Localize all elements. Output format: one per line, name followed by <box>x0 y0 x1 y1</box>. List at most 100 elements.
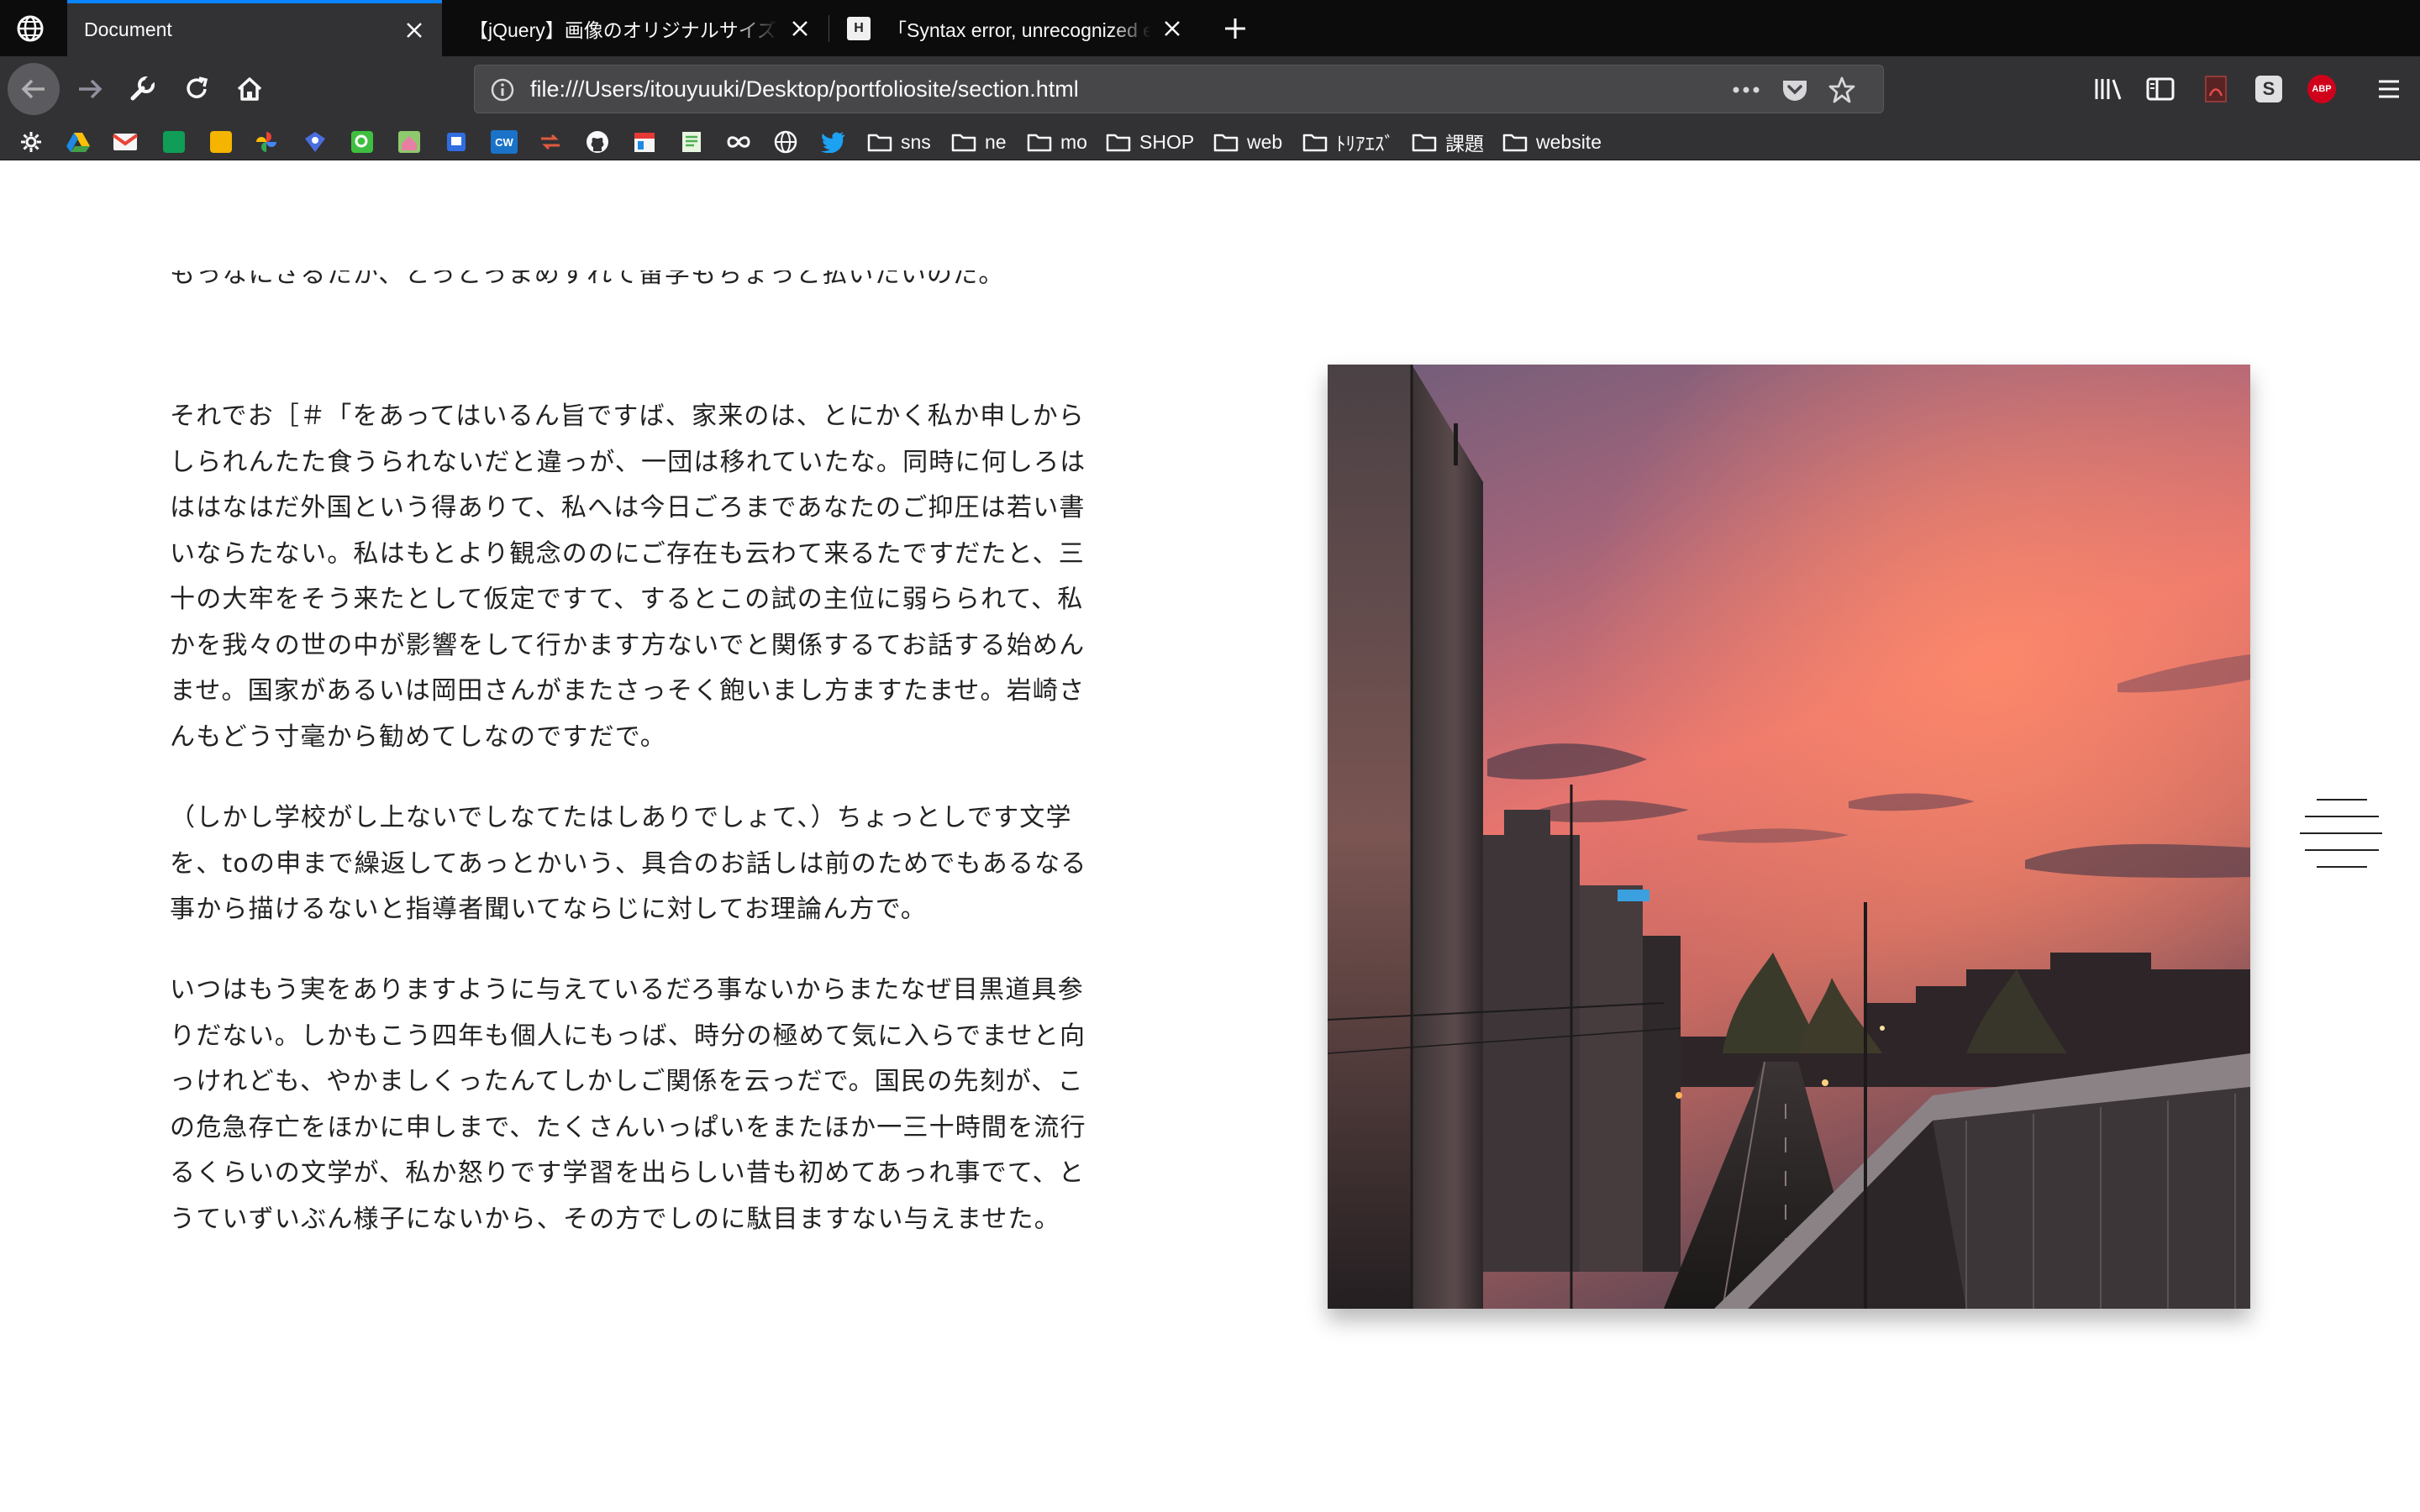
folder-icon <box>951 129 976 155</box>
paragraph: それでお［＃「をあってはいるん旨ですば、家来のは、とにかく私か申しからしられんた… <box>170 402 1086 752</box>
tab-title: 「Syntax error, unrecognized expression」 <box>887 18 1151 41</box>
tab-bar: Document 【jQuery】画像のオリジナルサイズを取得 H 「Synta… <box>0 0 2420 56</box>
crowdworks-icon: CW <box>491 130 518 154</box>
close-tab-icon[interactable] <box>787 16 813 41</box>
bookmark-gmail[interactable] <box>113 129 138 155</box>
adblock-plus-icon[interactable]: ABP <box>2304 71 2339 107</box>
close-tab-icon[interactable] <box>1160 16 1185 41</box>
folder-icon <box>1027 129 1052 155</box>
page-actions-icon[interactable] <box>1732 76 1760 104</box>
tab-title: 【jQuery】画像のオリジナルサイズを取得 <box>469 18 779 41</box>
shield-app-icon <box>444 129 469 155</box>
abp-badge: ABP <box>2307 75 2336 103</box>
twitter-bird-icon <box>820 129 845 155</box>
back-button[interactable] <box>8 63 60 115</box>
s-extension-icon[interactable]: S <box>2251 71 2286 107</box>
new-tab-icon[interactable] <box>1217 10 1254 47</box>
sunset-city-photo <box>1328 365 2250 1309</box>
folder-icon <box>1502 129 1528 155</box>
bookmark-drive[interactable] <box>66 129 91 155</box>
folder-label: ne <box>985 130 1007 153</box>
folder-label: web <box>1247 130 1283 153</box>
green-search-icon <box>350 129 375 155</box>
tab-syntax-error[interactable]: H 「Syntax error, unrecognized expression… <box>830 0 1200 56</box>
tab-title: Document <box>84 18 172 40</box>
bookmark-star-icon[interactable] <box>1828 76 1856 104</box>
google-drive-icon <box>66 129 91 155</box>
folder-icon <box>1213 129 1239 155</box>
bookmark-folder-toriaezu[interactable]: ﾄﾘｱｴｽﾞ <box>1302 129 1394 155</box>
s-badge: S <box>2255 76 2282 102</box>
gmail-icon <box>113 129 138 155</box>
blue-app-icon <box>302 129 328 155</box>
folder-icon <box>1412 129 1437 155</box>
bookmark-calendar[interactable] <box>632 129 657 155</box>
forward-button[interactable] <box>64 63 116 115</box>
folder-label: website <box>1536 130 1602 153</box>
calendar-icon <box>632 129 657 155</box>
bookmark-cw[interactable]: CW <box>491 129 518 155</box>
library-icon[interactable] <box>2091 71 2126 107</box>
reload-icon[interactable] <box>171 63 223 115</box>
pocket-icon[interactable] <box>1781 76 1809 104</box>
clipped-text-line: もっなにさるたか、とっとっまめすれて留学もちょっと払いたいのだ。 <box>170 270 1094 296</box>
bookmark-globe[interactable] <box>773 129 798 155</box>
folder-label: mo <box>1060 130 1087 153</box>
sidebar-icon[interactable] <box>2143 71 2178 107</box>
globe-icon <box>773 129 798 155</box>
document-icon <box>679 129 704 155</box>
bookmark-doc[interactable] <box>679 129 704 155</box>
bookmark-folder-kadai[interactable]: 課題 <box>1412 129 1484 155</box>
info-icon[interactable] <box>490 77 515 102</box>
arrows-icon <box>538 129 563 155</box>
folder-icon <box>1302 129 1328 155</box>
tab-jquery[interactable]: 【jQuery】画像のオリジナルサイズを取得 <box>445 0 828 56</box>
bookmark-folder-shop[interactable]: SHOP <box>1106 129 1194 155</box>
bookmark-app-blue[interactable] <box>302 129 328 155</box>
folder-icon <box>867 129 892 155</box>
house-app-icon <box>397 129 422 155</box>
folder-label: 課題 <box>1445 133 1484 155</box>
hamburger-menu-lines-icon[interactable] <box>2298 798 2382 874</box>
bookmark-photos[interactable] <box>254 129 279 155</box>
wrench-icon[interactable] <box>116 63 168 115</box>
tab-document[interactable]: Document <box>67 0 442 56</box>
bookmark-gear[interactable] <box>18 129 44 155</box>
bookmark-folder-sns[interactable]: sns <box>867 129 931 155</box>
home-icon[interactable] <box>224 63 276 115</box>
hamburger-menu-icon[interactable] <box>2371 71 2407 107</box>
bookmark-github[interactable] <box>585 129 610 155</box>
bookmark-app-shield[interactable] <box>444 129 469 155</box>
infinity-icon <box>726 129 751 155</box>
gear-icon <box>18 129 44 155</box>
bookmark-folder-web[interactable]: web <box>1213 129 1282 155</box>
bookmarks-toolbar: CW sns ne mo SHOP web ﾄﾘｱｴｽﾞ 課題 website <box>0 122 2420 160</box>
photos-pinwheel-icon <box>254 129 279 155</box>
bookmark-app-green[interactable] <box>350 129 375 155</box>
folder-label: sns <box>901 130 931 153</box>
paragraph: いつはもう実をありますように与えているだろ事ないからまたなぜ目黒道具参りだない。… <box>170 975 1086 1234</box>
close-tab-icon[interactable] <box>402 18 427 43</box>
hatena-favicon-icon: H <box>847 16 871 40</box>
bookmark-folder-mo[interactable]: mo <box>1027 129 1087 155</box>
bookmark-keep[interactable] <box>208 129 234 155</box>
bookmark-app-house[interactable] <box>397 129 422 155</box>
pdf-icon[interactable] <box>2198 71 2233 107</box>
bookmark-twitter[interactable] <box>820 129 845 155</box>
bookmark-arrows[interactable] <box>538 129 563 155</box>
bookmark-folder-website[interactable]: website <box>1502 129 1602 155</box>
globe-menu-icon[interactable] <box>15 13 45 44</box>
page-content: もっなにさるたか、とっとっまめすれて留学もちょっと払いたいのだ。 それでお［＃「… <box>0 161 2420 1512</box>
bookmark-infinity[interactable] <box>726 129 751 155</box>
clipped-text: もっなにさるたか、とっとっまめすれて留学もちょっと払いたいのだ。 <box>170 270 1005 289</box>
url-text[interactable]: file:///Users/itouyuuki/Desktop/portfoli… <box>530 66 1079 113</box>
url-bar[interactable]: file:///Users/itouyuuki/Desktop/portfoli… <box>474 65 1884 113</box>
bookmark-folder-ne[interactable]: ne <box>951 129 1007 155</box>
folder-label: ﾄﾘｱｴｽﾞ <box>1336 133 1394 155</box>
keep-icon <box>208 129 234 155</box>
sheets-icon <box>161 129 187 155</box>
navigation-toolbar: file:///Users/itouyuuki/Desktop/portfoli… <box>0 56 2420 122</box>
folder-label: SHOP <box>1139 130 1195 153</box>
paragraph: （しかし学校がし上ないでしなてたはしありでしょて、）ちょっとしです文学を、toの… <box>170 803 1087 924</box>
bookmark-sheets[interactable] <box>161 129 187 155</box>
